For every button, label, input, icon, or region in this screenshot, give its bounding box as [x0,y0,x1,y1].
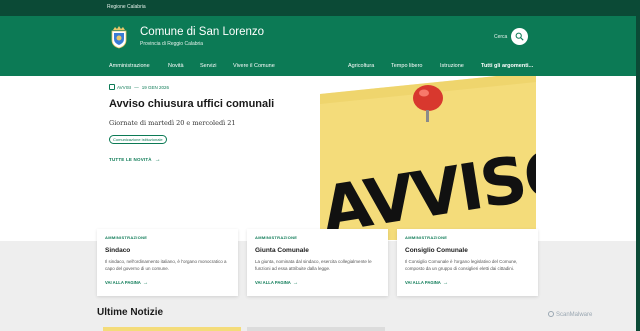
card-link-label: VAI ALLA PAGINA [105,280,141,285]
card-link[interactable]: VAI ALLA PAGINA → [105,280,148,286]
watermark-label: ScanMalware [556,312,593,318]
avviso-poster-image: AVVISO [320,76,536,240]
card-sindaco[interactable]: AMMINISTRAZIONE Sindaco Il sindaco, nell… [97,229,238,296]
card-giunta-comunale[interactable]: AMMINISTRAZIONE Giunta Comunale La giunt… [247,229,388,296]
card-title[interactable]: Consiglio Comunale [405,247,468,254]
card-description: Il sindaco, nell'ordinamento italiano, è… [105,259,227,271]
page-edge [636,0,640,331]
latest-news-section: Ultime Notizie [0,301,636,331]
card-link-label: VAI ALLA PAGINA [255,280,291,285]
hero-tag[interactable]: AVVISI [117,85,131,90]
hero-section: AVVISI —19 GEN 2026 Avviso chiusura uffic… [0,76,636,241]
card-link[interactable]: VAI ALLA PAGINA → [255,280,298,286]
region-link[interactable]: Regione Calabria [107,4,146,10]
search-button[interactable] [511,28,528,45]
card-description: Il Consiglio Comunale è l'organo legisla… [405,259,518,271]
top-bar: Regione Calabria [0,0,640,16]
site-title[interactable]: Comune di San Lorenzo [140,26,264,38]
nav-tempo-libero[interactable]: Tempo libero [391,63,423,69]
card-kicker[interactable]: AMMINISTRAZIONE [255,235,297,240]
hero-image[interactable]: AVVISO [320,76,536,240]
hero-meta: AVVISI —19 GEN 2026 [109,84,169,90]
card-kicker[interactable]: AMMINISTRAZIONE [105,235,147,240]
search-label: Cerca [494,34,508,40]
all-news-link[interactable]: TUTTE LE NOVITÀ → [109,157,161,163]
arrow-right-icon: → [154,157,161,163]
category-chip[interactable]: Comunicazione istituzionale [109,135,167,144]
arrow-right-icon: → [442,280,449,286]
arrow-right-icon: → [142,280,149,286]
latest-news-heading: Ultime Notizie [97,307,164,318]
main-nav: Amministrazione Novità Servizi Vivere il… [0,58,640,76]
hero-subtitle: Giornate di martedì 20 e mercoledì 21 [109,119,236,127]
news-thumbnail[interactable] [247,327,385,331]
card-description: La giunta, nominata dal sindaco, esercit… [255,259,372,271]
nav-servizi[interactable]: Servizi [200,63,217,69]
card-title[interactable]: Sindaco [105,247,130,254]
nav-novita[interactable]: Novità [168,63,184,69]
hero-date: 19 GEN 2026 [141,85,169,90]
arrow-right-icon: → [292,280,299,286]
card-link-label: VAI ALLA PAGINA [405,280,441,285]
shield-icon [548,311,554,317]
card-title[interactable]: Giunta Comunale [255,247,309,254]
nav-tutti-gli-argomenti[interactable]: Tutti gli argomenti... [481,63,533,69]
coat-of-arms-icon[interactable] [109,25,129,49]
site-subtitle: Provincia di Reggio Calabria [140,41,204,47]
nav-agricoltura[interactable]: Agricoltura [348,63,374,69]
nav-vivere-il-comune[interactable]: Vivere il Comune [233,63,275,69]
all-news-label: TUTTE LE NOVITÀ [109,157,152,162]
card-link[interactable]: VAI ALLA PAGINA → [405,280,448,286]
search-icon [515,32,524,41]
site-header: Comune di San Lorenzo Provincia di Reggi… [0,16,640,58]
nav-istruzione[interactable]: Istruzione [440,63,464,69]
watermark: ScanMalware [548,311,592,318]
hero-title[interactable]: Avviso chiusura uffici comunali [109,98,274,110]
card-consiglio-comunale[interactable]: AMMINISTRAZIONE Consiglio Comunale Il Co… [397,229,538,296]
card-kicker[interactable]: AMMINISTRAZIONE [405,235,447,240]
nav-amministrazione[interactable]: Amministrazione [109,63,150,69]
news-thumbnail[interactable] [103,327,241,331]
calendar-icon [109,84,115,90]
